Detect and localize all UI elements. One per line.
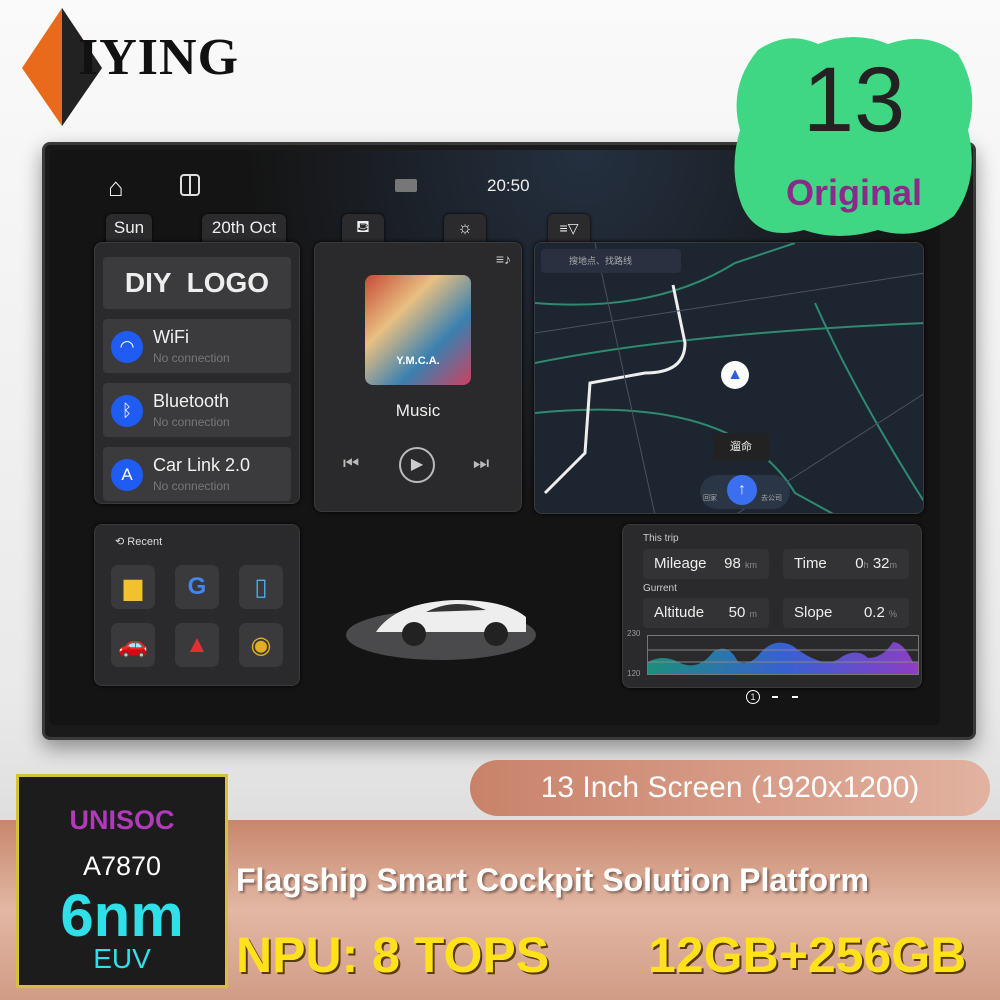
altitude-unit: m [749, 609, 758, 619]
bluetooth-title: Bluetooth [153, 391, 230, 411]
mileage-unit: km [745, 560, 757, 570]
company-shortcut[interactable]: 去公司 [761, 493, 782, 503]
playlist-icon[interactable]: ≡♪ [496, 251, 511, 267]
mileage-stat: Mileage 98 km [643, 549, 769, 579]
version-number: 13 [802, 49, 906, 151]
current-label: Gurrent [643, 583, 677, 594]
car-link-tile[interactable]: A Car Link 2.0 No connection [103, 447, 291, 501]
slope-stat: Slope 0.2 % [783, 598, 909, 628]
trip-card: This trip Mileage 98 km Time 0h 32m Gurren… [622, 524, 922, 688]
altitude-stat: Altitude 50 m [643, 598, 769, 628]
recent-label: ⟲ Recent [115, 536, 163, 548]
npu-text: NPU: 8 TOPS [236, 927, 550, 983]
chrome-icon[interactable]: ◉ [239, 623, 283, 667]
wifi-title: WiFi [153, 327, 189, 347]
bluetooth-icon: ᛒ [111, 395, 143, 427]
wifi-icon: ◠ [111, 331, 143, 363]
car-image [376, 600, 526, 646]
bluetooth-tile[interactable]: ᛒ Bluetooth No connection [103, 383, 291, 437]
slope-label: Slope [794, 604, 833, 621]
this-trip-label: This trip [643, 533, 679, 544]
car-icon[interactable]: 🚗 [111, 623, 155, 667]
time-hours: 0 [855, 555, 864, 572]
map-center-label: 遛命 [713, 433, 769, 461]
car-link-icon: A [111, 459, 143, 491]
phone-link-icon[interactable]: ▯ [239, 565, 283, 609]
clock: 20:50 [487, 176, 530, 195]
chart-ymin: 120 [627, 669, 641, 678]
chip-brand: UNISOC [69, 805, 175, 835]
screen-spec: 13 Inch Screen (1920x1200) [470, 760, 990, 816]
album-text: Y.M.C.A. [396, 355, 440, 367]
files-icon[interactable]: ▆ [111, 565, 155, 609]
wifi-tile[interactable]: ◠ WiFi No connection [103, 319, 291, 373]
mileage-value: 98 [724, 555, 741, 572]
music-title: Music [395, 401, 441, 420]
time-h-unit: h [863, 560, 869, 570]
diy-logo: DIY LOGO [103, 257, 291, 309]
wifi-status: No connection [153, 351, 230, 365]
seat-icon[interactable]: ⛾ [342, 214, 384, 242]
page-indicator[interactable] [772, 696, 778, 698]
play-icon[interactable]: ▶ [399, 447, 435, 483]
connectivity-card: DIY LOGO ◠ WiFi No connection ᛒ Bluetooth No… [94, 242, 300, 504]
previous-icon[interactable]: ⏮ [343, 453, 359, 474]
google-icon[interactable]: G [175, 565, 219, 609]
altitude-value: 50 [728, 604, 746, 621]
platform-text: Flagship Smart Cockpit Solution Platform [236, 862, 869, 898]
time-stat: Time 0h 32m [783, 549, 909, 579]
recent-apps-card: ⟲ Recent ▆ G ▯ 🚗 ▲ ◉ [94, 524, 300, 686]
chip-model: A7870 [82, 851, 162, 881]
chip-tech: EUV [93, 943, 151, 974]
next-icon[interactable]: ⏭ [473, 453, 489, 474]
recent-text: Recent [127, 536, 163, 548]
time-m-unit: m [889, 560, 898, 570]
album-art[interactable]: Y.M.C.A. [365, 275, 471, 385]
altitude-chart [647, 635, 919, 675]
day-chip: Sun [106, 214, 152, 242]
navigate-button[interactable]: ↑ [727, 475, 757, 505]
page-indicator[interactable] [792, 696, 798, 698]
date-chip: 20th Oct [202, 214, 286, 242]
menu-filter-icon[interactable]: ≡▽ [548, 214, 590, 242]
camera-icon[interactable] [395, 179, 417, 192]
bluetooth-status: No connection [153, 415, 230, 429]
chip-process: 6nm [60, 882, 184, 949]
page-indicator-active[interactable]: 1 [746, 690, 760, 704]
time-minutes: 32 [872, 555, 890, 572]
brand-logo: IYING [78, 29, 240, 86]
time-label: Time [794, 555, 827, 572]
chipset-badge: UNISOC A7870 6nm EUV [16, 774, 228, 988]
slope-unit: % [888, 609, 897, 619]
chart-ymax: 230 [627, 629, 641, 638]
version-badge: 13 Original [728, 30, 980, 242]
map-card[interactable]: 搜地点、找路线 ▲ 遛命 回家 去公司 ↑ [534, 242, 924, 514]
memory-text: 12GB+256GB [648, 927, 967, 983]
mileage-label: Mileage [654, 555, 707, 572]
light-bulb-icon[interactable]: ☼ [444, 214, 486, 242]
split-screen-icon[interactable] [180, 174, 200, 196]
home-icon[interactable]: ⌂ [108, 172, 124, 203]
slope-value: 0.2 [863, 604, 885, 621]
altitude-label: Altitude [654, 604, 705, 621]
car-link-status: No connection [153, 479, 230, 493]
home-shortcut[interactable]: 回家 [703, 493, 717, 503]
version-label: Original [785, 172, 923, 213]
map-search-input[interactable]: 搜地点、找路线 [541, 249, 681, 273]
navigation-icon[interactable]: ▲ [175, 623, 219, 667]
current-location-icon: ▲ [721, 361, 749, 389]
car-link-title: Car Link 2.0 [153, 455, 251, 475]
music-card: ≡♪ Y.M.C.A. Music ⏮ ▶ ⏭ [314, 242, 522, 512]
